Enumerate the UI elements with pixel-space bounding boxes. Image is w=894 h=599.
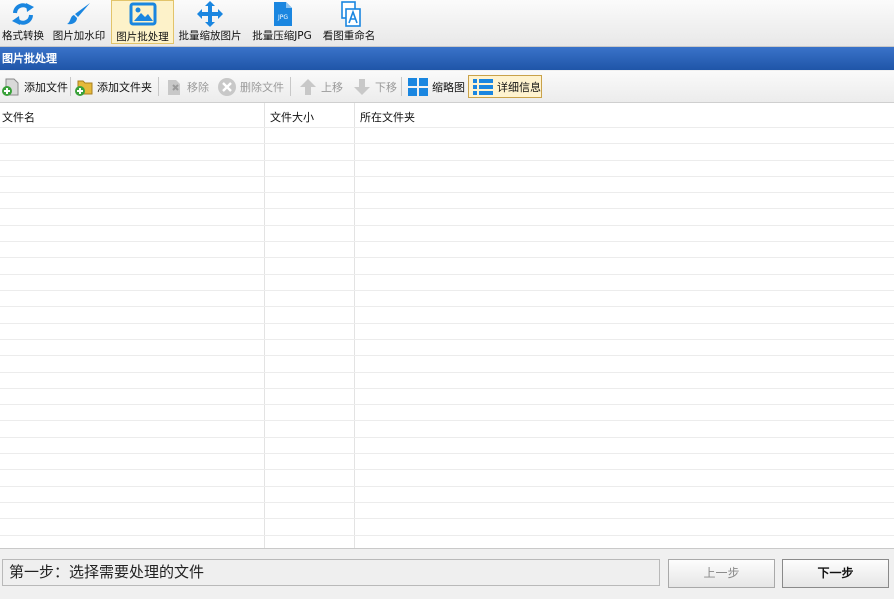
tool-batch-resize[interactable]: 批量缩放图片 (176, 0, 244, 44)
row-separator (0, 176, 894, 177)
thumbnail-label: 缩略图 (432, 80, 465, 94)
row-separator (0, 290, 894, 291)
remove-icon (168, 79, 180, 95)
delete-circle-icon (218, 77, 236, 96)
row-separator (0, 208, 894, 209)
tool-label: 格式转换 (2, 30, 44, 42)
toolbar-divider (70, 77, 71, 96)
tool-label: 看图重命名 (322, 30, 376, 42)
tool-label: 批量缩放图片 (178, 30, 242, 42)
row-separator (0, 143, 894, 144)
remove-label: 移除 (187, 80, 209, 94)
tool-compress-jpg[interactable]: JPG 批量压缩JPG (249, 0, 315, 44)
row-separator (0, 274, 894, 275)
move-up-button[interactable]: 上移 (298, 75, 343, 98)
row-separator (0, 323, 894, 324)
add-file-icon (2, 78, 19, 96)
file-toolbar: 添加文件 添加文件夹 移除 删除文件 上移 下移 缩略图 详细信息 (0, 71, 894, 103)
row-separator (0, 241, 894, 242)
tool-label: 图片加水印 (52, 30, 106, 42)
add-folder-label: 添加文件夹 (97, 80, 152, 94)
row-separator (0, 225, 894, 226)
image-icon (129, 2, 156, 26)
tool-label: 批量压缩JPG (252, 30, 312, 42)
row-separator (0, 502, 894, 503)
row-separator (0, 127, 894, 128)
tool-label: 图片批处理 (116, 31, 169, 43)
row-separator (0, 404, 894, 405)
row-separator (0, 453, 894, 454)
main-toolbar: 格式转换 图片加水印 图片批处理 批量缩放图片 JPG 批量压缩JPG 看图重命… (0, 0, 894, 47)
list-view-icon (473, 78, 493, 95)
step-indicator: 第一步：选择需要处理的文件 (2, 559, 660, 586)
row-separator (0, 355, 894, 356)
grid-view-icon (408, 77, 428, 96)
row-separator (0, 339, 894, 340)
column-divider (264, 103, 265, 548)
toolbar-divider (158, 77, 159, 96)
rename-document-icon (341, 1, 361, 27)
next-step-button[interactable]: 下一步 (782, 559, 889, 588)
tool-watermark[interactable]: 图片加水印 (50, 0, 108, 44)
move-down-button[interactable]: 下移 (352, 75, 397, 98)
delete-file-button[interactable]: 删除文件 (217, 75, 284, 98)
toolbar-divider (401, 77, 402, 96)
tool-format-convert[interactable]: 格式转换 (0, 0, 46, 44)
panel-title: 图片批处理 (0, 47, 894, 70)
remove-button[interactable]: 移除 (164, 75, 209, 98)
add-file-button[interactable]: 添加文件 (1, 75, 68, 98)
row-separator (0, 372, 894, 373)
row-separator (0, 257, 894, 258)
add-folder-icon (75, 80, 93, 96)
status-bar: 第一步：选择需要处理的文件 上一步 下一步 (0, 548, 894, 599)
row-separator (0, 486, 894, 487)
row-separator (0, 388, 894, 389)
delete-file-label: 删除文件 (240, 80, 284, 94)
row-separator (0, 160, 894, 161)
refresh-convert-icon (12, 3, 34, 25)
row-separator (0, 306, 894, 307)
row-separator (0, 437, 894, 438)
add-folder-button[interactable]: 添加文件夹 (74, 75, 152, 98)
arrow-down-icon (354, 78, 370, 95)
move-arrows-icon (197, 1, 223, 27)
tool-batch-process[interactable]: 图片批处理 (111, 0, 174, 44)
details-label: 详细信息 (497, 80, 541, 94)
previous-step-button[interactable]: 上一步 (668, 559, 775, 588)
column-header-folder[interactable]: 所在文件夹 (360, 109, 415, 125)
move-down-label: 下移 (375, 80, 397, 94)
jpg-icon-text: JPG (277, 14, 288, 21)
row-separator (0, 518, 894, 519)
tool-rename[interactable]: 看图重命名 (320, 0, 378, 44)
toolbar-divider (290, 77, 291, 96)
row-separator (0, 469, 894, 470)
column-header-filesize[interactable]: 文件大小 (270, 109, 314, 125)
column-divider (354, 103, 355, 548)
row-separator (0, 420, 894, 421)
arrow-up-icon (300, 78, 316, 95)
table-header: 文件名 文件大小 所在文件夹 (0, 103, 894, 127)
column-header-filename[interactable]: 文件名 (2, 109, 35, 125)
add-file-label: 添加文件 (24, 80, 68, 94)
row-separator (0, 535, 894, 536)
row-separator (0, 192, 894, 193)
move-up-label: 上移 (321, 80, 343, 94)
jpg-file-icon: JPG (274, 2, 292, 26)
file-list[interactable]: 文件名 文件大小 所在文件夹 (0, 103, 894, 548)
details-view-button[interactable]: 详细信息 (468, 75, 542, 98)
thumbnail-view-button[interactable]: 缩略图 (407, 75, 465, 98)
paintbrush-icon (67, 3, 90, 25)
